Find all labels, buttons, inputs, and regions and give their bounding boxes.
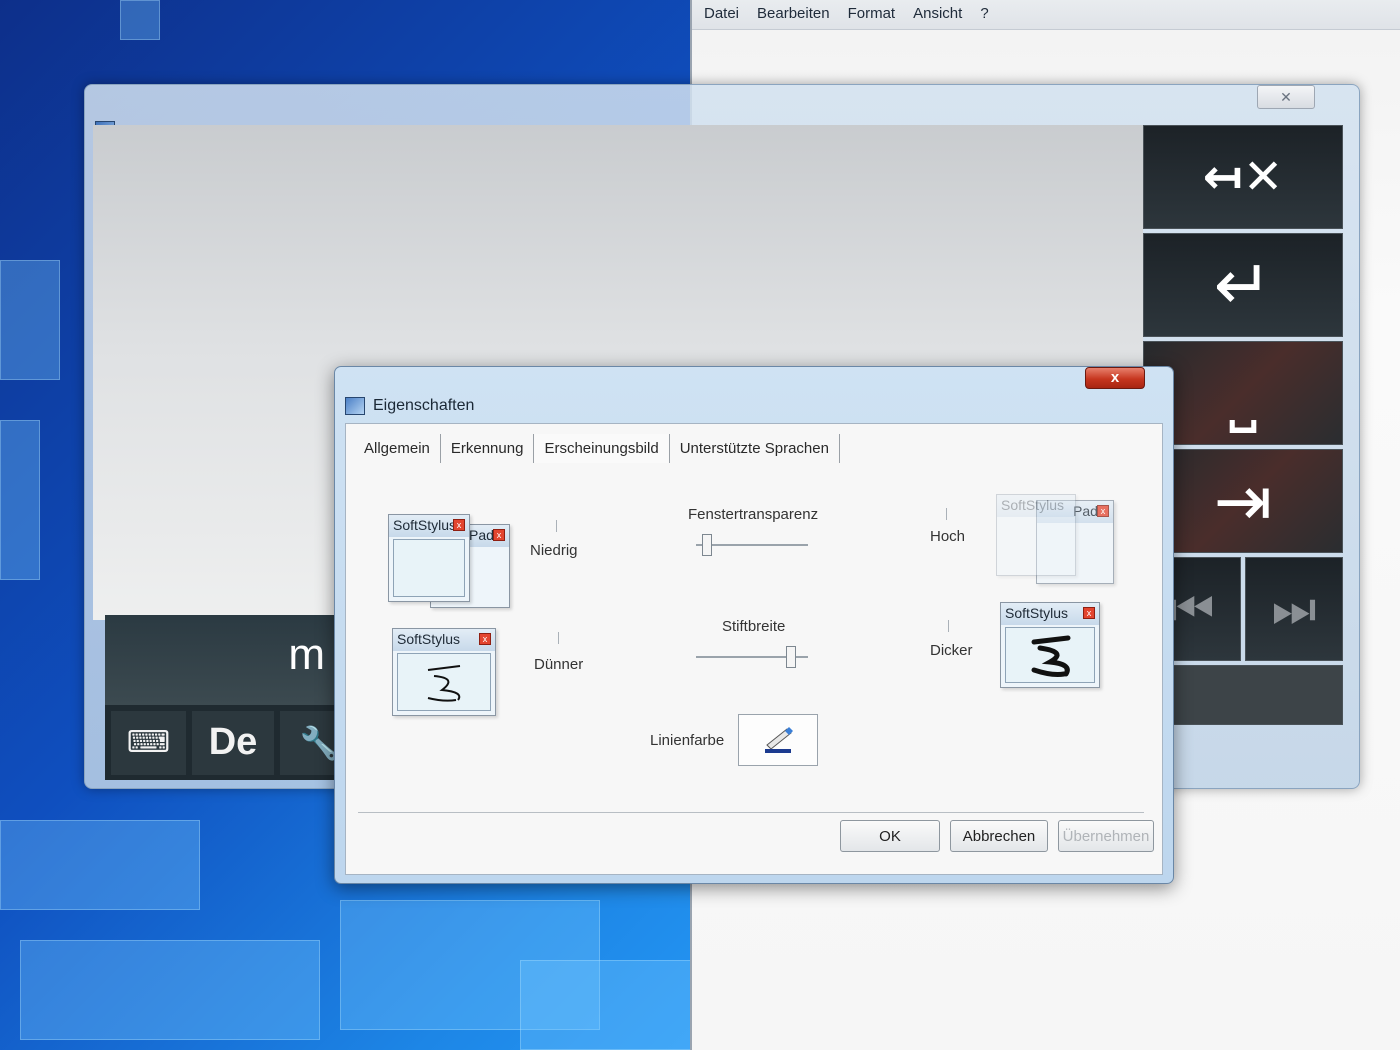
preview-inner	[397, 653, 491, 711]
button-separator	[358, 812, 1144, 813]
keyboard-icon: ⌨	[126, 726, 171, 759]
next-button[interactable]: ⏭	[1245, 557, 1343, 661]
slider-tick	[948, 620, 949, 632]
tab-erscheinungsbild[interactable]: Erscheinungsbild	[534, 434, 670, 463]
line-color-button[interactable]	[738, 714, 818, 766]
tab-icon: ⇥	[1213, 462, 1273, 540]
transparency-slider-track[interactable]	[696, 544, 808, 546]
dialog-title: Eigenschaften	[373, 397, 475, 414]
transparency-low-preview: SoftStylus x	[388, 514, 470, 602]
keyboard-button[interactable]: ⌨	[111, 710, 186, 775]
tab-unterstuetzte-sprachen[interactable]: Unterstützte Sprachen	[670, 434, 840, 463]
dialog-app-icon	[345, 397, 365, 415]
menu-ansicht[interactable]: Ansicht	[913, 5, 962, 24]
skip-back-icon: ⏮	[1169, 580, 1215, 637]
pen-width-slider-thumb[interactable]	[786, 646, 797, 668]
menu-datei[interactable]: Datei	[704, 5, 739, 24]
backspace-button[interactable]: ↤✕	[1143, 125, 1343, 229]
preview-close-icon: x	[1083, 607, 1095, 619]
skip-forward-icon: ⏭	[1271, 580, 1317, 637]
thin-stroke-icon	[427, 665, 461, 702]
ok-button[interactable]: OK	[840, 820, 940, 852]
preview-inner	[393, 539, 465, 597]
pen-width-min-label: Dünner	[534, 656, 584, 673]
cancel-button[interactable]: Abbrechen	[950, 820, 1048, 852]
dialog-close-button[interactable]: x	[1085, 367, 1145, 389]
enter-icon: ↵	[1213, 246, 1273, 324]
pen-thick-preview: SoftStylus x	[1000, 602, 1100, 688]
slider-tick	[558, 632, 559, 644]
line-color-label: Linienfarbe	[650, 732, 725, 749]
input-panel-close-button[interactable]: ✕	[1257, 85, 1315, 109]
preview-inner	[1005, 627, 1095, 683]
recognized-text-preview: m	[105, 615, 365, 705]
menu-bar: Datei Bearbeiten Format Ansicht ?	[692, 0, 1400, 30]
transparency-high-preview: SoftStylus	[996, 494, 1076, 576]
apply-button[interactable]: Übernehmen	[1058, 820, 1154, 852]
tab-strip: Allgemein Erkennung Erscheinungsbild Unt…	[354, 434, 840, 463]
menu-help[interactable]: ?	[980, 5, 988, 24]
space-icon: ⎵	[1229, 353, 1257, 431]
enter-button[interactable]: ↵	[1143, 233, 1343, 337]
language-button[interactable]: De	[191, 710, 275, 775]
menu-format[interactable]: Format	[848, 5, 896, 24]
tab-erkennung[interactable]: Erkennung	[441, 434, 535, 463]
dialog-body: Allgemein Erkennung Erscheinungsbild Unt…	[345, 423, 1163, 875]
transparency-min-label: Niedrig	[530, 542, 578, 559]
slider-tick	[556, 520, 557, 532]
preview-header: SoftStylus	[997, 495, 1075, 517]
slider-tick	[946, 508, 947, 520]
pen-color-icon	[765, 727, 793, 753]
transparency-label: Fenstertransparenz	[688, 506, 819, 523]
preview-close-icon: x	[453, 519, 465, 531]
backspace-icon: ↤✕	[1202, 151, 1284, 204]
properties-dialog: Eigenschaften x Allgemein Erkennung Ersc…	[334, 366, 1174, 884]
pen-thin-preview: SoftStylus x	[392, 628, 496, 716]
menu-bearbeiten[interactable]: Bearbeiten	[757, 5, 830, 24]
tab-allgemein[interactable]: Allgemein	[354, 434, 441, 463]
preview-close-icon: x	[479, 633, 491, 645]
input-panel-toolbar: ⌨ De 🔧	[105, 705, 365, 780]
preview-close-icon: x	[493, 529, 505, 541]
preview-close-icon: x	[1097, 505, 1109, 517]
transparency-max-label: Hoch	[930, 528, 966, 545]
pen-width-label: Stiftbreite	[722, 618, 786, 635]
pen-width-max-label: Dicker	[930, 642, 973, 659]
transparency-slider-thumb[interactable]	[702, 534, 713, 556]
thick-stroke-icon	[1031, 635, 1071, 677]
